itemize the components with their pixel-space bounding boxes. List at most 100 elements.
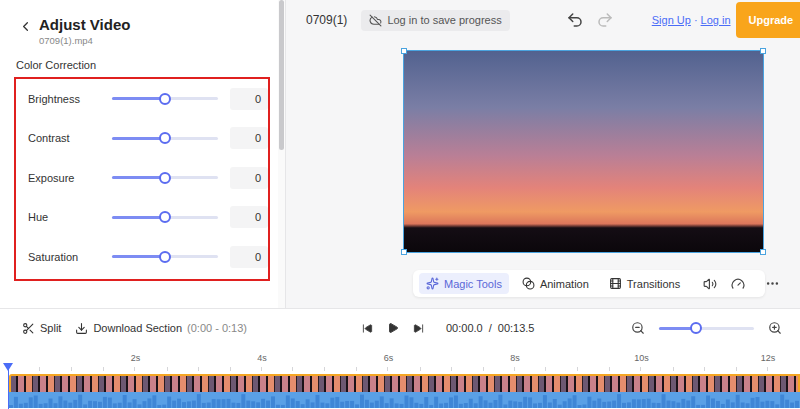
download-range: (0:00 - 0:13) (187, 322, 247, 334)
zoom-slider[interactable] (659, 327, 754, 330)
slider-knob[interactable] (159, 172, 171, 184)
tool-button[interactable]: Animation (515, 273, 596, 294)
slider-value[interactable]: 0 (230, 88, 268, 110)
playback-controls: 00:00.0 / 00:13.5 (358, 319, 534, 337)
tool-icon (522, 277, 535, 290)
tool-button[interactable]: Transitions (602, 273, 687, 294)
timeline-controls: Split Download Section(0:00 - 0:13) 00:00.… (0, 309, 800, 347)
skip-back-icon[interactable] (362, 323, 373, 334)
play-button[interactable] (383, 319, 403, 337)
more-dots-icon[interactable] (765, 276, 780, 291)
slider-track[interactable] (112, 137, 218, 140)
slider-track[interactable] (112, 255, 218, 258)
undo-icon[interactable] (566, 11, 584, 29)
zoom-knob[interactable] (690, 322, 702, 334)
ruler-segment: 8s (389, 353, 516, 371)
slider-label: Saturation (28, 251, 100, 263)
volume-icon[interactable] (703, 277, 717, 291)
slider-fill (112, 255, 165, 258)
account-links: Sign Up·Log in (652, 14, 731, 26)
upgrade-button[interactable]: Upgrade (736, 2, 800, 38)
ruler-segment: 6s (262, 353, 389, 371)
undo-button[interactable] (566, 11, 584, 29)
slider-knob[interactable] (159, 211, 171, 223)
time-separator: / (489, 322, 492, 334)
ruler-label: 8s (510, 353, 520, 363)
skip-forward-icon[interactable] (413, 323, 424, 334)
zoom-in-icon[interactable] (768, 321, 782, 335)
slider-track[interactable] (112, 97, 218, 100)
panel-header: Adjust Video0709(1).mp4 (14, 15, 278, 47)
slider-fill (112, 176, 165, 179)
editor-main: Adjust Video0709(1).mp4Color CorrectionB… (0, 0, 800, 308)
slider-fill (112, 97, 165, 100)
resize-handle[interactable] (760, 48, 766, 54)
resize-handle[interactable] (401, 249, 407, 255)
ruler-label: 10s (634, 353, 649, 363)
link-separator: · (694, 14, 698, 26)
slider-row: Exposure0 (28, 158, 256, 198)
slider-knob[interactable] (159, 132, 171, 144)
total-time: 00:13.5 (498, 322, 535, 334)
playhead[interactable] (8, 365, 9, 409)
resize-handle[interactable] (760, 249, 766, 255)
playhead-handle[interactable] (3, 363, 13, 371)
slider-value[interactable]: 0 (230, 206, 268, 228)
volume-button[interactable] (699, 274, 721, 294)
current-time: 00:00.0 (446, 322, 483, 334)
slider-fill (112, 216, 165, 219)
slider-label: Hue (28, 211, 100, 223)
log-in-link[interactable]: Log in (701, 14, 731, 26)
download-section-button[interactable]: Download Section(0:00 - 0:13) (71, 320, 251, 337)
video-preview[interactable] (403, 50, 764, 253)
adjust-panel: Adjust Video0709(1).mp4Color CorrectionB… (0, 0, 286, 308)
slider-knob[interactable] (159, 251, 171, 263)
redo-button[interactable] (596, 11, 614, 29)
tool-button[interactable]: Magic Tools (419, 273, 509, 294)
adjust-panel-content: Adjust Video0709(1).mp4Color CorrectionB… (0, 0, 278, 308)
timeline: Split Download Section(0:00 - 0:13) 00:00.… (0, 308, 800, 409)
clip-actions: Split Download Section(0:00 - 0:13) (18, 320, 358, 337)
ruler-label: 12s (761, 353, 776, 363)
play-icon[interactable] (387, 322, 399, 334)
download-icon (75, 322, 88, 335)
video-track[interactable] (9, 374, 800, 392)
scrollbar[interactable] (278, 0, 285, 308)
slider-label: Contrast (28, 132, 100, 144)
speed-gauge-icon[interactable] (731, 277, 745, 291)
more-button[interactable] (761, 273, 784, 294)
file-name: 0709(1).mp4 (39, 35, 130, 47)
skip-back-button[interactable] (358, 320, 377, 337)
zoom-out-button[interactable] (627, 318, 649, 338)
slider-track[interactable] (112, 176, 218, 179)
ruler-segment: 10s (515, 353, 642, 371)
back-button[interactable] (18, 19, 33, 34)
slider-knob[interactable] (159, 93, 171, 105)
preview-area: Magic Tools Animation Transitions (286, 40, 800, 308)
sign-up-link[interactable]: Sign Up (652, 14, 691, 26)
zoom-out-icon[interactable] (631, 321, 645, 335)
skip-forward-button[interactable] (409, 320, 428, 337)
split-button[interactable]: Split (18, 320, 65, 337)
resize-handle[interactable] (401, 48, 407, 54)
slider-value[interactable]: 0 (230, 167, 268, 189)
zoom-in-button[interactable] (764, 318, 786, 338)
audio-waveform-icon[interactable] (9, 392, 800, 408)
time-ruler: 2s4s6s8s10s12s (0, 353, 800, 371)
slider-track[interactable] (112, 216, 218, 219)
save-progress-button[interactable]: Log in to save progress (361, 10, 509, 31)
slider-value[interactable]: 0 (230, 127, 268, 149)
scrollbar-thumb[interactable] (279, 0, 284, 150)
speed-button[interactable] (727, 274, 749, 294)
panel-title-block: Adjust Video0709(1).mp4 (39, 15, 130, 47)
tracks (0, 371, 800, 408)
project-name[interactable]: 0709(1) (306, 13, 347, 27)
redo-icon[interactable] (596, 11, 614, 29)
ruler-label: 2s (131, 353, 141, 363)
slider-row: Saturation0 (28, 237, 256, 277)
ruler-label: 4s (257, 353, 267, 363)
slider-row: Brightness0 (28, 79, 256, 119)
slider-row: Contrast0 (28, 119, 256, 159)
slider-value[interactable]: 0 (230, 246, 268, 268)
chevron-left-icon[interactable] (18, 19, 33, 34)
